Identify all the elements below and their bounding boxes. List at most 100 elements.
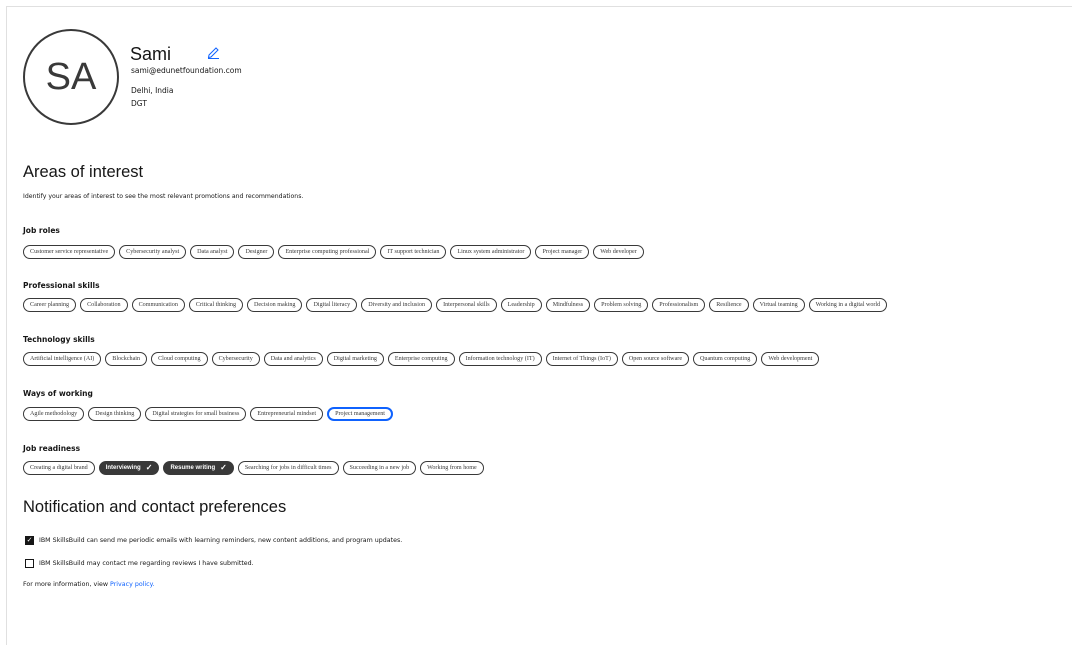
chip-leadership[interactable]: Leadership bbox=[500, 298, 542, 312]
chip-virtual-teaming[interactable]: Virtual teaming bbox=[752, 298, 805, 312]
chip-critical-thinking[interactable]: Critical thinking bbox=[188, 298, 244, 312]
chip-enterprise-computing-professional[interactable]: Enterprise computing professional bbox=[278, 245, 377, 259]
chip-label: Cybersecurity bbox=[218, 356, 253, 362]
chip-internet-of-things-iot[interactable]: Internet of Things (IoT) bbox=[545, 352, 618, 366]
chip-entrepreneurial-mindset[interactable]: Entrepreneurial mindset bbox=[250, 407, 324, 421]
chip-searching-for-jobs-in-difficult-times[interactable]: Searching for jobs in difficult times bbox=[237, 461, 339, 475]
chip-label: Interviewing bbox=[105, 465, 141, 471]
review-contact-checkbox[interactable] bbox=[25, 559, 34, 568]
chip-designer[interactable]: Designer bbox=[238, 245, 275, 259]
chip-label: Working from home bbox=[427, 465, 477, 471]
chip-cybersecurity-analyst[interactable]: Cybersecurity analyst bbox=[119, 245, 187, 259]
chips-job-readiness: Creating a digital brand Interviewing ✓ Res… bbox=[23, 461, 484, 475]
privacy-policy-link[interactable]: Privacy policy. bbox=[110, 581, 154, 588]
chip-label: Enterprise computing bbox=[394, 356, 448, 362]
profile-organization: DGT bbox=[131, 99, 147, 108]
chip-problem-solving[interactable]: Problem solving bbox=[594, 298, 649, 312]
chip-cybersecurity[interactable]: Cybersecurity bbox=[211, 352, 260, 366]
chip-label: Web developer bbox=[600, 249, 637, 255]
chip-label: Digital marketing bbox=[333, 356, 377, 362]
chips-technology-skills: Artificial intelligence (AI) Blockchain Cl… bbox=[23, 352, 820, 366]
chip-linux-system-administrator[interactable]: Linux system administrator bbox=[450, 245, 532, 259]
chip-professionalism[interactable]: Professionalism bbox=[652, 298, 706, 312]
chip-digital-marketing[interactable]: Digital marketing bbox=[326, 352, 384, 366]
chip-label: Open source software bbox=[628, 356, 683, 362]
privacy-info-text: For more information, view bbox=[23, 581, 111, 588]
review-contact-option[interactable]: IBM SkillsBuild may contact me regarding… bbox=[25, 559, 254, 568]
email-updates-label: IBM SkillsBuild can send me periodic ema… bbox=[39, 537, 403, 544]
chip-label: Mindfulness bbox=[552, 302, 584, 308]
chip-label: Critical thinking bbox=[195, 302, 237, 308]
chips-professional-skills: Career planning Collaboration Communicatio… bbox=[23, 298, 888, 312]
chip-label: Enterprise computing professional bbox=[285, 249, 370, 255]
chip-label: Diversity and inclusion bbox=[368, 302, 426, 308]
chip-label: Cybersecurity analyst bbox=[126, 249, 180, 255]
chip-web-developer[interactable]: Web developer bbox=[593, 245, 644, 259]
chip-working-from-home[interactable]: Working from home bbox=[420, 461, 484, 475]
notifications-title: Notification and contact preferences bbox=[23, 498, 287, 516]
chip-interviewing[interactable]: Interviewing ✓ bbox=[98, 461, 160, 475]
chip-data-analyst[interactable]: Data analyst bbox=[190, 245, 235, 259]
chip-open-source-software[interactable]: Open source software bbox=[621, 352, 690, 366]
email-updates-option[interactable]: ✓ IBM SkillsBuild can send me periodic e… bbox=[25, 536, 402, 545]
chip-label: Creating a digital brand bbox=[30, 465, 88, 471]
chip-label: Professionalism bbox=[659, 302, 699, 308]
chip-quantum-computing[interactable]: Quantum computing bbox=[693, 352, 758, 366]
chip-label: Quantum computing bbox=[700, 356, 751, 362]
chip-label: Blockchain bbox=[112, 356, 141, 362]
chip-succeeding-in-a-new-job[interactable]: Succeeding in a new job bbox=[342, 461, 417, 475]
chip-blockchain[interactable]: Blockchain bbox=[105, 352, 148, 366]
chip-project-management[interactable]: Project management bbox=[327, 407, 393, 421]
chip-design-thinking[interactable]: Design thinking bbox=[88, 407, 142, 421]
areas-title: Areas of interest bbox=[23, 163, 144, 181]
chip-label: Collaboration bbox=[87, 302, 121, 308]
chip-enterprise-computing[interactable]: Enterprise computing bbox=[387, 352, 455, 366]
chip-label: Design thinking bbox=[95, 411, 135, 417]
chip-data-and-analytics[interactable]: Data and analytics bbox=[263, 352, 323, 366]
chip-resume-writing[interactable]: Resume writing ✓ bbox=[163, 461, 234, 475]
profile-location: Delhi, India bbox=[131, 86, 174, 95]
chip-interpersonal-skills[interactable]: Interpersonal skills bbox=[436, 298, 497, 312]
chip-project-manager[interactable]: Project manager bbox=[535, 245, 590, 259]
group-title-job-roles: Job roles bbox=[23, 226, 60, 235]
chip-label: Project manager bbox=[542, 249, 583, 255]
chip-label: Digital strategies for small business bbox=[152, 411, 240, 417]
chip-label: Resume writing bbox=[170, 465, 216, 471]
chip-digital-strategies-for-small-business[interactable]: Digital strategies for small business bbox=[145, 407, 247, 421]
chip-label: Career planning bbox=[30, 302, 70, 308]
chip-resilience[interactable]: Resilience bbox=[709, 298, 749, 312]
chip-label: Digital literacy bbox=[313, 302, 351, 308]
group-title-ways-of-working: Ways of working bbox=[23, 389, 93, 398]
chip-creating-a-digital-brand[interactable]: Creating a digital brand bbox=[23, 461, 95, 475]
profile-name: Sami bbox=[130, 44, 172, 64]
chip-label: Data and analytics bbox=[270, 356, 316, 362]
chip-decision-making[interactable]: Decision making bbox=[247, 298, 303, 312]
checkmark-icon: ✓ bbox=[145, 463, 153, 472]
chip-it-support-technician[interactable]: IT support technician bbox=[380, 245, 447, 259]
chip-agile-methodology[interactable]: Agile methodology bbox=[23, 407, 85, 421]
chip-label: Succeeding in a new job bbox=[349, 465, 410, 471]
email-updates-checkbox[interactable]: ✓ bbox=[25, 536, 34, 545]
areas-description: Identify your areas of interest to see t… bbox=[23, 193, 304, 200]
chip-working-in-a-digital-world[interactable]: Working in a digital world bbox=[808, 298, 888, 312]
chip-digital-literacy[interactable]: Digital literacy bbox=[306, 298, 358, 312]
chip-communication[interactable]: Communication bbox=[131, 298, 185, 312]
chip-label: Searching for jobs in difficult times bbox=[244, 465, 332, 471]
chip-mindfulness[interactable]: Mindfulness bbox=[545, 298, 591, 312]
chip-customer-service-representative[interactable]: Customer service representative bbox=[23, 245, 116, 259]
chip-cloud-computing[interactable]: Cloud computing bbox=[151, 352, 208, 366]
profile-panel bbox=[6, 6, 1072, 645]
chip-label: Web development bbox=[768, 356, 813, 362]
chip-information-technology-it[interactable]: Information technology (IT) bbox=[458, 352, 542, 366]
checkmark-icon: ✓ bbox=[220, 463, 227, 472]
chip-artificial-intelligence-ai[interactable]: Artificial intelligence (AI) bbox=[23, 352, 102, 366]
review-contact-label: IBM SkillsBuild may contact me regarding… bbox=[39, 560, 254, 567]
chip-web-development[interactable]: Web development bbox=[761, 352, 820, 366]
pencil-icon[interactable] bbox=[205, 45, 221, 59]
chip-career-planning[interactable]: Career planning bbox=[23, 298, 77, 312]
chip-label: Project management bbox=[335, 411, 385, 417]
chip-collaboration[interactable]: Collaboration bbox=[80, 298, 128, 312]
chip-diversity-and-inclusion[interactable]: Diversity and inclusion bbox=[361, 298, 433, 312]
chip-label: Leadership bbox=[507, 302, 535, 308]
group-title-job-readiness: Job readiness bbox=[23, 444, 81, 453]
